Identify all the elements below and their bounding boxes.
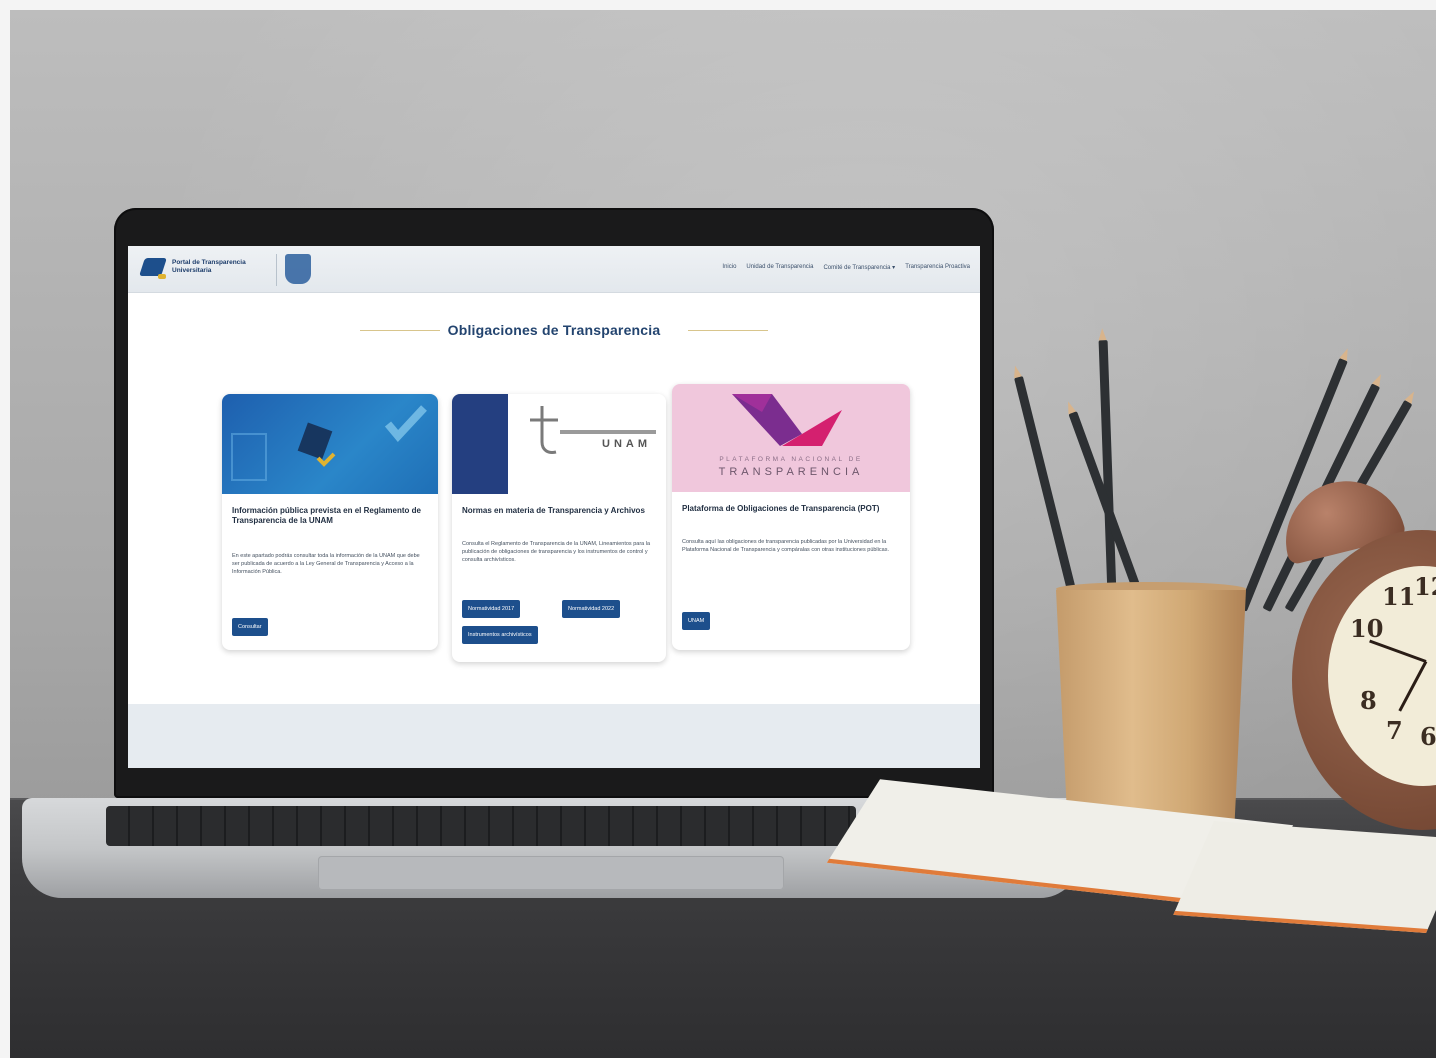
card-image-plataforma: PLATAFORMA NACIONAL DE TRANSPARENCIA: [672, 384, 910, 492]
unam-button[interactable]: UNAM: [682, 612, 711, 630]
title-rule-right: [688, 330, 768, 331]
card-informacion-publica: Información pública prevista en el Regla…: [222, 394, 438, 650]
site-navbar: Portal de Transparencia Universitaria In…: [128, 246, 980, 293]
card-image-documents: [222, 394, 438, 494]
photo-scene: Portal de Transparencia Universitaria In…: [10, 10, 1436, 1058]
normatividad-2017-button[interactable]: Normatividad 2017: [462, 600, 521, 618]
instrumentos-archivisticos-button[interactable]: Instrumentos archivísticos: [462, 626, 538, 644]
portal-logo-text[interactable]: Portal de Transparencia Universitaria: [172, 259, 268, 275]
clock-number: 8: [1360, 686, 1377, 715]
normatividad-2022-button[interactable]: Normatividad 2022: [562, 600, 621, 618]
card-description: En este apartado podrás consultar toda l…: [232, 553, 420, 575]
laptop-trackpad: [318, 856, 784, 890]
nav-link-proactiva[interactable]: Transparencia Proactiva: [905, 264, 970, 271]
card-pot: PLATAFORMA NACIONAL DE TRANSPARENCIA Pla…: [672, 384, 910, 650]
clock-number: 7: [1386, 716, 1403, 745]
documents-checkmark-icon: [231, 405, 427, 481]
unam-wordmark: UNAM: [602, 438, 651, 450]
pencil-cup: [1056, 590, 1246, 822]
clock-number: 6: [1420, 722, 1436, 751]
clock-number: 10: [1350, 614, 1384, 643]
pnt-label-line2: TRANSPARENCIA: [718, 466, 864, 478]
nav-links: Inicio Unidad de Transparencia Comité de…: [722, 264, 970, 271]
logo-bar: [560, 430, 656, 434]
portal-logo-accent: [158, 274, 166, 279]
pnt-logo-icon: [732, 394, 842, 446]
card-title: Información pública prevista en el Regla…: [232, 506, 421, 525]
page-footer: [128, 704, 980, 768]
nav-link-unidad[interactable]: Unidad de Transparencia: [746, 264, 813, 271]
consultar-button[interactable]: Consultar: [232, 618, 268, 636]
clock-number: 12: [1414, 572, 1436, 601]
nav-link-inicio[interactable]: Inicio: [722, 264, 736, 271]
page-title: Obligaciones de Transparencia: [447, 322, 661, 338]
notebook: [1173, 821, 1436, 933]
laptop-screen: Portal de Transparencia Universitaria In…: [128, 246, 980, 768]
card-image-unam-transparencia: UNAM: [452, 394, 666, 494]
card-description: Consulta el Reglamento de Transparencia …: [462, 541, 651, 563]
nav-link-comite[interactable]: Comité de Transparencia ▾: [823, 264, 895, 271]
card-title: Plataforma de Obligaciones de Transparen…: [682, 504, 880, 513]
card-title: Normas en materia de Transparencia y Arc…: [462, 506, 645, 515]
card-description: Consulta aquí las obligaciones de transp…: [682, 539, 889, 553]
card-normas: UNAM Normas en materia de Transparencia …: [452, 394, 666, 662]
unam-shield-icon[interactable]: [285, 254, 311, 284]
pnt-label-line1: PLATAFORMA NACIONAL DE: [719, 456, 863, 463]
logo-divider: [276, 254, 277, 286]
laptop-keyboard: [106, 806, 856, 846]
clock-number: 11: [1382, 582, 1416, 611]
blue-side-panel: [452, 394, 508, 494]
